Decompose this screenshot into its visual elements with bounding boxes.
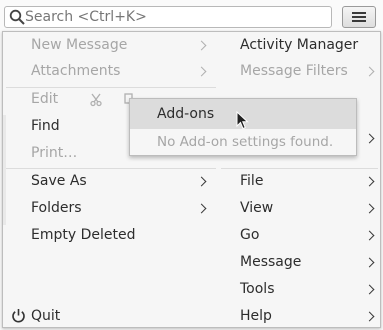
power-icon — [12, 309, 25, 323]
chevron-right-icon — [364, 176, 375, 187]
menu-item-save-as[interactable]: Save As — [31, 171, 87, 191]
mouse-cursor-icon — [236, 111, 249, 130]
chevron-right-icon — [364, 311, 375, 322]
menu-item-file[interactable]: File — [240, 171, 263, 191]
menu-item-find[interactable]: Find — [31, 116, 60, 136]
search-icon — [9, 9, 25, 25]
menu-item-edit[interactable]: Edit — [31, 89, 58, 109]
chevron-right-icon — [364, 203, 375, 214]
separator — [6, 168, 216, 169]
app-menu-popup: New Message Attachments Edit Find Print…… — [2, 31, 381, 328]
menu-item-tools[interactable]: Tools — [240, 279, 275, 299]
app-menu-button[interactable] — [342, 6, 376, 28]
chevron-right-icon — [196, 203, 207, 214]
cut-icon[interactable] — [89, 93, 103, 107]
menu-item-quit[interactable]: Quit — [31, 306, 60, 326]
separator — [221, 168, 378, 169]
menu-item-view[interactable]: View — [240, 198, 273, 218]
menu-item-folders[interactable]: Folders — [31, 198, 82, 218]
chevron-right-icon — [364, 257, 375, 268]
menu-item-help[interactable]: Help — [240, 306, 272, 326]
menu-item-message-filters[interactable]: Message Filters — [240, 61, 348, 81]
chevron-right-icon — [196, 40, 207, 51]
menu-item-go[interactable]: Go — [240, 225, 259, 245]
chevron-right-icon — [364, 66, 375, 77]
chevron-right-icon — [364, 284, 375, 295]
chevron-right-icon — [196, 176, 207, 187]
chevron-right-icon — [196, 66, 207, 77]
submenu-item-no-settings: No Add-on settings found. — [157, 134, 334, 150]
menu-item-empty-deleted[interactable]: Empty Deleted — [31, 225, 135, 245]
menu-item-attachments[interactable]: Attachments — [31, 61, 120, 81]
background-window-edge — [3, 115, 6, 225]
menu-item-activity-manager[interactable]: Activity Manager — [240, 35, 358, 55]
menu-item-new-message[interactable]: New Message — [31, 35, 127, 55]
chevron-right-icon — [364, 230, 375, 241]
separator — [6, 87, 216, 88]
search-input[interactable] — [25, 7, 325, 27]
menu-item-message[interactable]: Message — [240, 252, 301, 272]
menu-item-print[interactable]: Print… — [31, 143, 77, 163]
chevron-right-icon — [364, 133, 375, 144]
submenu-item-addons-label: Add-ons — [157, 106, 215, 122]
